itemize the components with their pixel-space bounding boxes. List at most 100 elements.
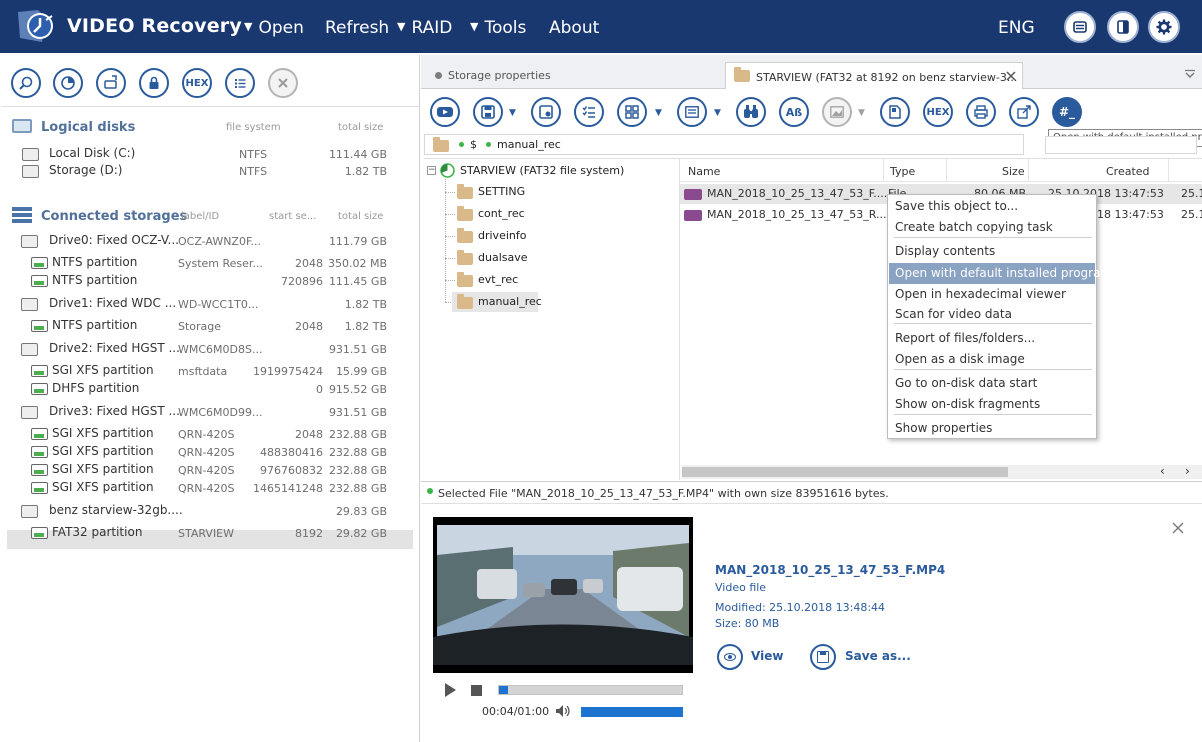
print-button[interactable] <box>966 97 996 127</box>
scroll-right-icon[interactable]: › <box>1185 464 1190 478</box>
storage-size: 232.88 GB <box>328 482 387 495</box>
menu-tools[interactable]: ▼ Tools <box>470 18 526 38</box>
horizontal-scrollbar[interactable]: ‹ › <box>682 464 1202 479</box>
preview-modified: Modified: 25.10.2018 13:48:44 <box>715 601 886 614</box>
export-button[interactable] <box>1009 97 1039 127</box>
drive-icon <box>21 298 38 311</box>
connected-storages-heading: Connected storages <box>41 209 188 224</box>
tab-starview[interactable]: STARVIEW (FAT32 at 8192 on benz starview… <box>725 62 1023 89</box>
case-button[interactable]: Aß <box>779 97 809 127</box>
menu-separator <box>894 369 1092 370</box>
close-tab-icon[interactable] <box>1006 71 1016 81</box>
path-root[interactable]: $ <box>470 138 477 151</box>
view-mode-dropdown-arrow[interactable]: ▼ <box>655 108 662 118</box>
find-button[interactable] <box>736 97 766 127</box>
context-menu-item[interactable]: Save this object to... <box>889 196 1095 217</box>
save-as-label: Save as... <box>845 649 911 663</box>
context-menu-item[interactable]: Create batch copying task <box>889 217 1095 238</box>
menu-open[interactable]: ▼ Open <box>244 18 304 38</box>
binoculars-icon <box>744 105 758 118</box>
menu-about[interactable]: About <box>549 18 599 38</box>
view-button[interactable]: View <box>717 643 797 671</box>
video-button[interactable] <box>430 97 460 127</box>
context-menu-item[interactable]: Display contents <box>889 241 1095 262</box>
close-preview-icon[interactable] <box>1172 522 1184 534</box>
col-type[interactable]: Type <box>890 165 915 178</box>
save-button[interactable] <box>473 97 503 127</box>
pie-chart-icon <box>61 76 75 90</box>
file-modified: 25.10 <box>1181 187 1202 200</box>
storage-name: NTFS partition <box>52 318 138 332</box>
storage-start: 976760832 <box>260 464 323 477</box>
details-dropdown-arrow[interactable]: ▼ <box>714 108 721 118</box>
language-selector[interactable]: ENG <box>998 18 1035 38</box>
tree-root[interactable]: STARVIEW (FAT32 file system) <box>460 161 624 181</box>
context-menu-item[interactable]: Open in hexadecimal viewer <box>889 284 1095 305</box>
play-icon[interactable] <box>445 683 456 697</box>
save-as-button[interactable]: Save as... <box>810 643 920 671</box>
view-mode-icon <box>625 105 639 119</box>
hex-button[interactable]: HEX <box>182 68 212 98</box>
storage-size: 29.82 GB <box>335 527 387 540</box>
context-menu-item[interactable]: Show on-disk fragments <box>889 394 1095 415</box>
eye-icon <box>717 644 743 670</box>
view-mode-button[interactable] <box>617 97 647 127</box>
path-folder[interactable]: manual_rec <box>497 138 561 151</box>
hex-viewer-button[interactable]: HEX <box>923 97 953 127</box>
storage-name: SGI XFS partition <box>52 426 154 440</box>
context-menu-item[interactable]: Open as a disk image <box>889 349 1095 370</box>
storage-size: 15.99 GB <box>335 365 387 378</box>
save-dropdown-arrow[interactable]: ▼ <box>509 108 516 118</box>
image-dropdown-arrow[interactable]: ▼ <box>858 108 865 118</box>
drive-icon <box>21 505 38 518</box>
panel-toggle-button[interactable] <box>1107 11 1139 43</box>
video-thumbnail[interactable] <box>433 517 693 673</box>
context-menu-item[interactable]: Show properties <box>889 418 1095 439</box>
menu-refresh[interactable]: Refresh <box>325 18 389 38</box>
lock-button[interactable] <box>139 68 169 98</box>
context-menu-item[interactable]: Open with default installed program <box>889 263 1112 284</box>
preview-filename: MAN_2018_10_25_13_47_53_F.MP4 <box>715 563 946 577</box>
tab-storage-properties[interactable]: Storage properties <box>427 62 727 89</box>
file-button[interactable] <box>880 97 910 127</box>
partition-icon <box>31 365 48 377</box>
image-preview-button[interactable] <box>822 97 852 127</box>
analyze-button[interactable] <box>53 68 83 98</box>
hex-icon: HEX <box>926 106 950 118</box>
path-bar[interactable]: $ manual_rec <box>424 134 1024 155</box>
storage-name: FAT32 partition <box>52 525 143 539</box>
col-created[interactable]: Created <box>1106 165 1150 178</box>
save-settings-icon <box>539 105 553 119</box>
scroll-left-icon[interactable]: ‹ <box>1160 464 1165 478</box>
list-button[interactable] <box>225 68 255 98</box>
storage-label: QRN-420S <box>178 446 235 459</box>
storage-name: Drive0: Fixed OCZ-V... <box>49 233 179 247</box>
tree-guide <box>445 179 446 302</box>
tab-overflow-icon[interactable] <box>1184 69 1196 79</box>
volume-bar[interactable] <box>581 707 683 717</box>
export-icon <box>1017 105 1031 119</box>
tree-collapse-icon[interactable]: − <box>427 166 436 175</box>
add-disk-button[interactable] <box>96 68 126 98</box>
stop-icon[interactable] <box>471 685 482 696</box>
storage-size: 1.82 TB <box>344 320 387 333</box>
status-dot-icon <box>459 142 464 147</box>
menu-raid[interactable]: ▼ RAID <box>397 18 452 38</box>
context-menu-item[interactable]: Go to on-disk data start <box>889 373 1095 394</box>
video-progress-bar[interactable] <box>498 685 683 695</box>
open-default-button[interactable]: #_ <box>1052 97 1082 127</box>
scrollbar-thumb[interactable] <box>682 467 1008 477</box>
save-settings-button[interactable] <box>531 97 561 127</box>
details-button[interactable] <box>677 97 707 127</box>
settings-button[interactable] <box>1148 11 1180 43</box>
search-button[interactable] <box>11 68 41 98</box>
col-size[interactable]: Size <box>1002 165 1025 178</box>
context-menu-item[interactable]: Scan for video data <box>889 304 1095 325</box>
checklist-button[interactable] <box>574 97 604 127</box>
close-storage-button[interactable] <box>268 68 298 98</box>
col-name[interactable]: Name <box>688 165 720 178</box>
context-menu-item[interactable]: Report of files/folders... <box>889 328 1095 349</box>
search-field[interactable] <box>1045 136 1197 154</box>
messages-button[interactable] <box>1064 11 1096 43</box>
volume-icon[interactable] <box>555 704 571 718</box>
